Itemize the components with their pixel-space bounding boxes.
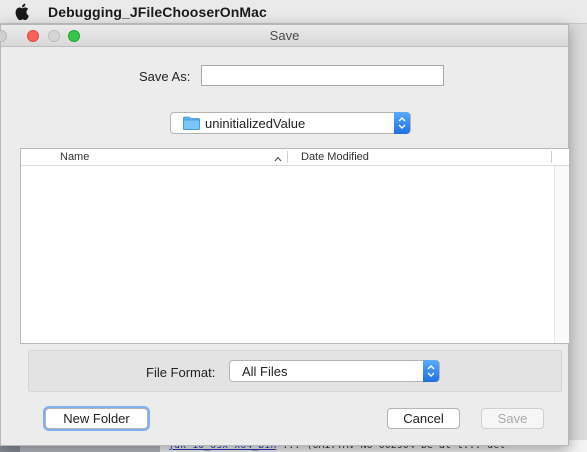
- file-format-popup[interactable]: All Files: [229, 360, 440, 382]
- file-list-body[interactable]: [21, 166, 554, 343]
- save-as-label: Save As:: [139, 69, 191, 84]
- chevron-up-icon[interactable]: [274, 153, 282, 165]
- file-format-panel: File Format: All Files: [28, 350, 562, 392]
- background-window-edge: [568, 24, 587, 452]
- column-divider[interactable]: [287, 151, 288, 163]
- cancel-button[interactable]: Cancel: [387, 408, 460, 429]
- file-list[interactable]: Name Date Modified: [20, 148, 570, 344]
- up-down-chevron-icon[interactable]: [394, 112, 410, 134]
- file-format-value: All Files: [242, 364, 288, 379]
- up-down-chevron-icon[interactable]: [423, 360, 439, 382]
- app-name[interactable]: Debugging_JFileChooserOnMac: [48, 4, 267, 20]
- dialog-titlebar[interactable]: Save: [0, 25, 568, 47]
- column-header-date-modified[interactable]: Date Modified: [301, 151, 369, 163]
- file-format-label: File Format:: [146, 365, 216, 380]
- dialog-title: Save: [269, 28, 300, 43]
- menu-bar: Debugging_JFileChooserOnMac: [0, 0, 587, 24]
- folder-icon: [183, 116, 200, 130]
- location-label: uninitializedValue: [205, 115, 306, 131]
- save-dialog: Save Save As: uninitializedValue Name Da…: [0, 24, 570, 446]
- save-button[interactable]: Save: [481, 408, 544, 429]
- list-header: Name Date Modified: [21, 149, 569, 166]
- save-as-input[interactable]: [201, 65, 444, 86]
- new-folder-button[interactable]: New Folder: [45, 408, 148, 429]
- apple-icon[interactable]: [14, 3, 30, 21]
- column-divider[interactable]: [551, 151, 552, 163]
- location-popup[interactable]: uninitializedValue: [170, 112, 411, 134]
- vertical-scrollbar[interactable]: [554, 166, 569, 343]
- column-header-name[interactable]: Name: [60, 151, 89, 163]
